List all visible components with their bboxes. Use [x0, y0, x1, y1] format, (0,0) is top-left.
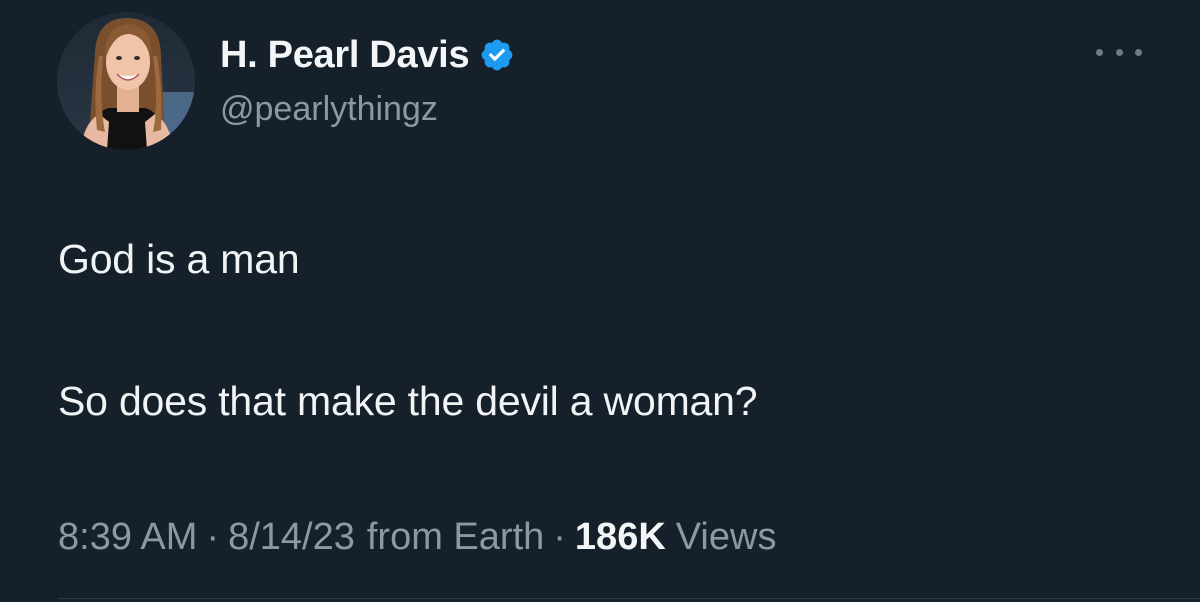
avatar-photo [57, 12, 195, 150]
dot [1115, 48, 1123, 56]
tweet-date[interactable]: 8/14/23 [228, 516, 355, 559]
dot [1135, 48, 1142, 56]
tweet-source: from Earth [366, 516, 545, 558]
name-row: H. Pearl Davis [220, 30, 515, 80]
tweet-card: H. Pearl Davis @pearlythingz God is a ma… [0, 0, 1200, 602]
separator: · [553, 516, 566, 558]
separator: · [206, 516, 220, 558]
more-options-icon[interactable] [1096, 40, 1142, 64]
tweet-time[interactable]: 8:39 AM [58, 516, 197, 559]
tweet-text-line: So does that make the devil a woman? [58, 378, 758, 424]
views-label: Views [675, 516, 777, 558]
display-name[interactable]: H. Pearl Davis [220, 34, 470, 77]
views-count[interactable]: 186K [575, 516, 666, 559]
avatar[interactable] [57, 12, 195, 150]
tweet-text-line: God is a man [58, 236, 300, 282]
dot [1096, 48, 1103, 56]
divider [58, 598, 1200, 599]
user-handle[interactable]: @pearlythingz [220, 90, 438, 129]
verified-badge-icon[interactable] [479, 37, 515, 73]
tweet-meta: 8:39 AM · 8/14/23 from Earth · 186K View… [58, 516, 776, 559]
